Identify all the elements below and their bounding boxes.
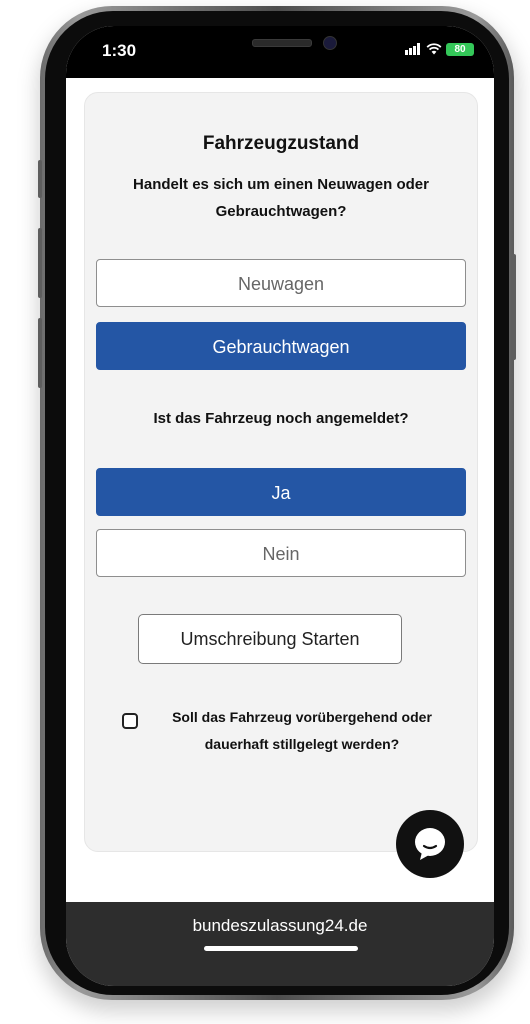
option-gebrauchtwagen-button[interactable]: Gebrauchtwagen (96, 322, 466, 370)
status-time: 1:30 (102, 41, 137, 60)
option-neuwagen-button[interactable]: Neuwagen (96, 259, 466, 307)
vehicle-condition-card: Fahrzeugzustand Handelt es sich um einen… (84, 92, 478, 852)
status-icons (405, 43, 442, 55)
registration-question: Ist das Fahrzeug noch angemeldet? (153, 410, 409, 427)
wifi-icon (426, 43, 442, 55)
page-title: Fahrzeugzustand (202, 133, 360, 154)
start-transfer-button[interactable]: Umschreibung Starten (138, 614, 402, 664)
battery-icon: 80 (446, 43, 474, 56)
chat-bubble-icon (415, 828, 445, 860)
signal-icon (405, 43, 420, 55)
phone-screen: 1:30 80 Fahrzeugzustand Handelt es sich … (66, 26, 494, 986)
home-indicator[interactable] (204, 946, 358, 951)
decommission-checkbox[interactable] (122, 713, 138, 729)
chat-button[interactable] (396, 810, 464, 878)
option-nein-button[interactable]: Nein (96, 529, 466, 577)
status-bar: 1:30 80 (66, 26, 494, 78)
silent-switch (38, 160, 42, 198)
earpiece-speaker (252, 39, 312, 47)
url-label[interactable]: bundeszulassung24.de (66, 916, 494, 936)
option-ja-button[interactable]: Ja (96, 468, 466, 516)
decommission-label[interactable]: Soll das Fahrzeug vorübergehend oder dau… (143, 704, 461, 758)
front-camera (323, 36, 337, 50)
browser-bottom-bar: bundeszulassung24.de (66, 902, 494, 986)
power-button (512, 254, 516, 360)
volume-down-button (38, 318, 42, 388)
condition-question: Handelt es sich um einen Neuwagen oder G… (133, 176, 429, 220)
volume-up-button (38, 228, 42, 298)
